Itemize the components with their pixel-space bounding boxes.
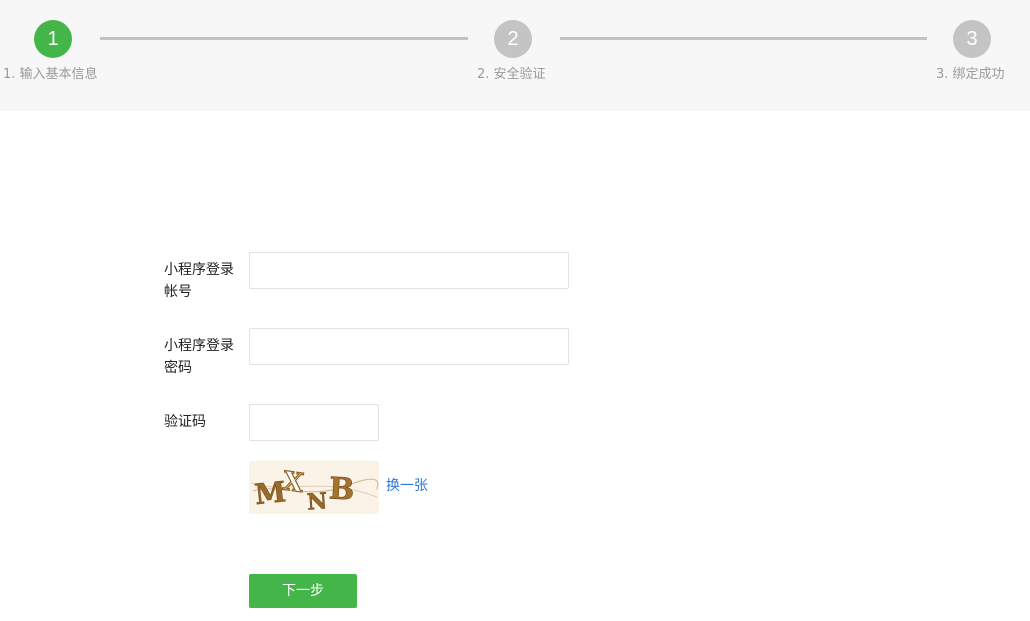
verify-code-label: 验证码: [164, 414, 206, 430]
refresh-captcha-link[interactable]: 换一张: [386, 476, 428, 496]
account-label: 小程序登录帐号: [164, 262, 234, 300]
next-step-button[interactable]: 下一步: [249, 574, 357, 608]
password-input[interactable]: [249, 328, 569, 365]
captcha-char: X: [281, 466, 306, 499]
step-1-label: 1. 输入基本信息: [3, 67, 98, 82]
password-label: 小程序登录密码: [164, 338, 234, 376]
captcha-image[interactable]: M X N B: [249, 461, 379, 514]
captcha-glyphs: M X N B: [250, 466, 379, 514]
step-3-label: 3. 绑定成功: [936, 67, 1005, 82]
account-input[interactable]: [249, 252, 569, 289]
step-connector-2-3: [560, 37, 927, 40]
step-2-circle: 2: [494, 20, 532, 58]
step-2-label: 2. 安全验证: [477, 67, 546, 82]
captcha-char: B: [328, 471, 355, 507]
step-3-circle: 3: [953, 20, 991, 58]
step-1-circle: 1: [34, 20, 72, 58]
captcha-char: N: [306, 488, 328, 514]
progress-stepper: 1 2 3 1. 输入基本信息 2. 安全验证 3. 绑定成功: [0, 0, 1030, 111]
step-connector-1-2: [100, 37, 468, 40]
verify-code-input[interactable]: [249, 404, 379, 441]
